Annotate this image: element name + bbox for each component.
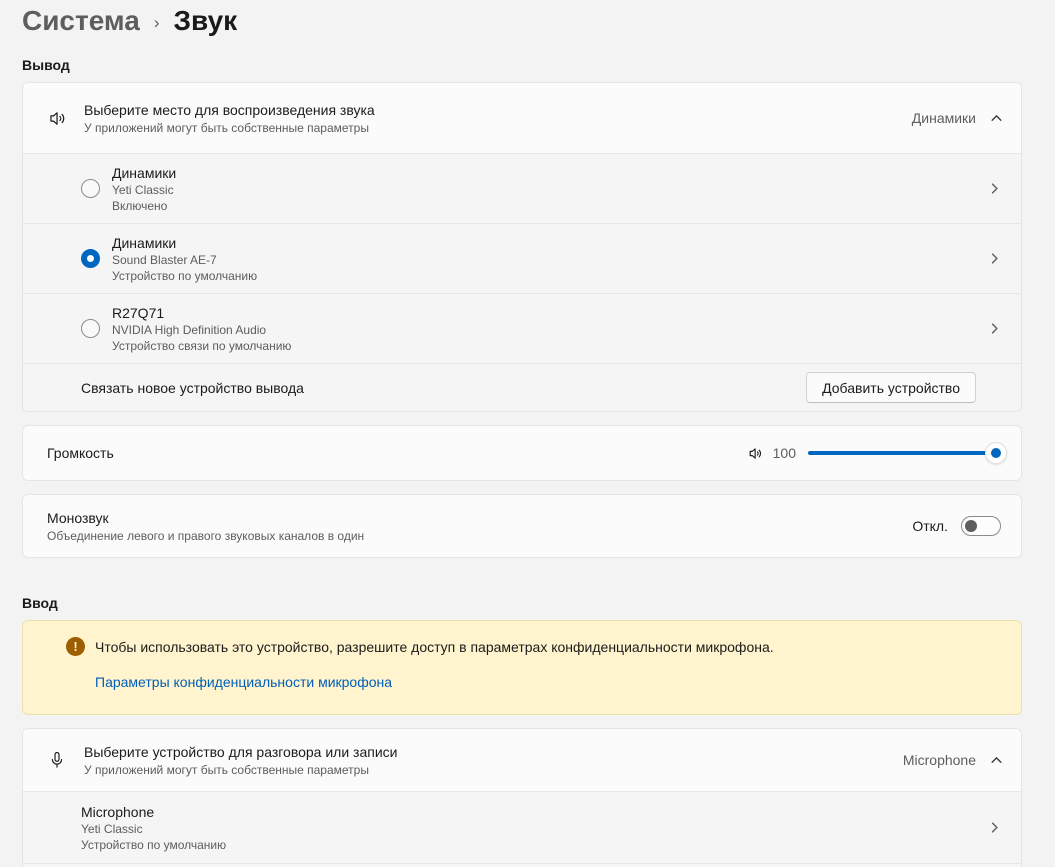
- output-device-option-soundblaster[interactable]: Динамики Sound Blaster AE-7 Устройство п…: [23, 223, 1021, 293]
- radio-unselected-icon[interactable]: [81, 179, 100, 198]
- mono-toggle[interactable]: [961, 516, 1001, 536]
- chevron-up-icon[interactable]: [990, 754, 1003, 767]
- chevron-right-icon[interactable]: [988, 252, 1001, 265]
- mono-subtitle: Объединение левого и правого звуковых ка…: [47, 528, 912, 545]
- page-title: Звук: [174, 5, 238, 37]
- mono-title: Монозвук: [47, 508, 912, 528]
- toggle-knob: [965, 520, 977, 532]
- radio-selected-icon[interactable]: [81, 249, 100, 268]
- output-section-heading: Вывод: [22, 57, 1022, 73]
- microphone-privacy-settings-link[interactable]: Параметры конфиденциальности микрофона: [95, 674, 392, 690]
- volume-value: 100: [773, 445, 796, 461]
- input-selected-device-value: Microphone: [903, 752, 976, 768]
- output-device-option-r27q71[interactable]: R27Q71 NVIDIA High Definition Audio Устр…: [23, 293, 1021, 363]
- pair-output-device-row: Связать новое устройство вывода Добавить…: [23, 363, 1021, 411]
- device-detail: Sound Blaster AE-7: [112, 252, 988, 268]
- microphone-privacy-warning-banner: ! Чтобы использовать это устройство, раз…: [22, 620, 1022, 715]
- device-detail: NVIDIA High Definition Audio: [112, 322, 988, 338]
- warning-icon: !: [66, 637, 85, 656]
- chevron-right-icon[interactable]: [988, 182, 1001, 195]
- input-device-expander-header[interactable]: Выберите устройство для разговора или за…: [23, 729, 1021, 791]
- device-detail: Yeti Classic: [81, 821, 988, 837]
- device-status: Устройство связи по умолчанию: [112, 338, 988, 354]
- output-device-card: Выберите место для воспроизведения звука…: [22, 82, 1022, 412]
- breadcrumb-chevron-icon: ›: [154, 10, 160, 33]
- volume-slider-track[interactable]: [808, 451, 996, 455]
- output-picker-title: Выберите место для воспроизведения звука: [84, 100, 912, 120]
- breadcrumb-system-link[interactable]: Система: [22, 5, 140, 37]
- device-status: Устройство по умолчанию: [112, 268, 988, 284]
- device-name: R27Q71: [112, 304, 988, 322]
- output-selected-device-value: Динамики: [912, 110, 976, 126]
- volume-slider[interactable]: [808, 442, 996, 464]
- device-name: Динамики: [112, 164, 988, 182]
- chevron-right-icon[interactable]: [988, 821, 1001, 834]
- input-picker-title: Выберите устройство для разговора или за…: [84, 742, 903, 762]
- volume-slider-thumb[interactable]: [985, 442, 1007, 464]
- warning-message: Чтобы использовать это устройство, разре…: [95, 637, 774, 657]
- mono-toggle-state-label: Откл.: [912, 518, 948, 534]
- chevron-right-icon[interactable]: [988, 322, 1001, 335]
- mono-audio-card: Монозвук Объединение левого и правого зв…: [22, 494, 1022, 558]
- speaker-icon: [46, 108, 68, 129]
- output-picker-subtitle: У приложений могут быть собственные пара…: [84, 120, 912, 137]
- output-device-option-yeti[interactable]: Динамики Yeti Classic Включено: [23, 153, 1021, 223]
- chevron-up-icon[interactable]: [990, 112, 1003, 125]
- device-detail: Yeti Classic: [112, 182, 988, 198]
- device-status: Устройство по умолчанию: [81, 837, 988, 853]
- device-name: Microphone: [81, 803, 988, 821]
- microphone-icon: [46, 750, 68, 770]
- device-name: Динамики: [112, 234, 988, 252]
- pair-output-device-label: Связать новое устройство вывода: [81, 380, 806, 396]
- device-status: Включено: [112, 198, 988, 214]
- output-device-expander-header[interactable]: Выберите место для воспроизведения звука…: [23, 83, 1021, 153]
- add-device-button[interactable]: Добавить устройство: [806, 372, 976, 403]
- volume-speaker-icon[interactable]: [747, 445, 764, 462]
- radio-unselected-icon[interactable]: [81, 319, 100, 338]
- pair-input-device-row: [23, 863, 1021, 867]
- input-picker-subtitle: У приложений могут быть собственные пара…: [84, 762, 903, 779]
- sound-settings-page: Система › Звук Вывод Выберите место для …: [0, 0, 1055, 867]
- input-device-option-microphone[interactable]: Microphone Yeti Classic Устройство по ум…: [23, 791, 1021, 863]
- input-section-heading: Ввод: [22, 595, 1022, 611]
- volume-card: Громкость 100: [22, 425, 1022, 481]
- volume-label: Громкость: [47, 443, 747, 463]
- input-device-card: Выберите устройство для разговора или за…: [22, 728, 1022, 867]
- breadcrumb: Система › Звук: [22, 0, 1022, 40]
